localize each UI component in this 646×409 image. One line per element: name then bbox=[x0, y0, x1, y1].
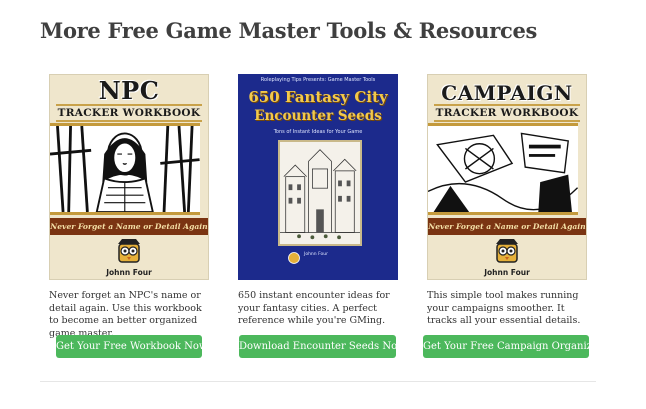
encounter-seeds-cover-image[interactable]: Roleplaying Tips Presents: Game Master T… bbox=[238, 74, 398, 280]
cover-tagline: Never Forget a Name or Detail Again bbox=[428, 218, 586, 235]
cover-title: CAMPAIGN bbox=[441, 81, 573, 105]
cover-tagline: Never Forget a Name or Detail Again bbox=[50, 218, 208, 235]
owl-logo-icon bbox=[496, 239, 518, 263]
cover-subtitle: TRACKER WORKBOOK bbox=[434, 104, 580, 122]
cover-topline: Roleplaying Tips Presents: Game Master T… bbox=[260, 77, 376, 83]
cover-publisher: Johnn Four bbox=[304, 252, 328, 257]
resource-card-encounter-seeds: Roleplaying Tips Presents: Game Master T… bbox=[238, 74, 400, 328]
city-street-illustration bbox=[278, 140, 362, 246]
cover-subtitle: TRACKER WORKBOOK bbox=[56, 104, 202, 122]
section-divider bbox=[40, 381, 596, 382]
section-heading: More Free Game Master Tools & Resources bbox=[40, 18, 538, 43]
cover-subtitle: Tons of Instant Ideas for Your Game bbox=[273, 129, 363, 135]
cover-title-line1: 650 Fantasy City bbox=[248, 88, 388, 106]
card-description: 650 instant encounter ideas for your fan… bbox=[238, 290, 390, 326]
cover-author: Johnn Four bbox=[106, 268, 152, 277]
get-campaign-organizer-button[interactable]: Get Your Free Campaign Organizer bbox=[423, 335, 603, 358]
cover-title-line2: Encounter Seeds bbox=[254, 108, 382, 124]
npc-workbook-cover-image[interactable]: NPC TRACKER WORKBOOK Never Forget a Name… bbox=[49, 74, 209, 280]
get-free-workbook-button[interactable]: Get Your Free Workbook Now bbox=[56, 335, 207, 358]
publisher-logo-icon bbox=[288, 252, 300, 264]
resource-card-campaign-workbook: CAMPAIGN TRACKER WORKBOOK Never Forget a… bbox=[427, 74, 589, 328]
campaign-map-illustration bbox=[428, 123, 578, 215]
owl-logo-icon bbox=[118, 239, 140, 263]
cover-title: NPC bbox=[98, 76, 160, 105]
download-encounter-seeds-button[interactable]: Download Encounter Seeds Now bbox=[239, 335, 406, 358]
npc-portrait-illustration bbox=[50, 123, 200, 215]
campaign-workbook-cover-image[interactable]: CAMPAIGN TRACKER WORKBOOK Never Forget a… bbox=[427, 74, 587, 280]
card-description: Never forget an NPC's name or detail aga… bbox=[49, 290, 202, 339]
card-description: This simple tool makes running your camp… bbox=[427, 290, 581, 326]
resource-card-npc-workbook: NPC TRACKER WORKBOOK Never Forget a Name… bbox=[49, 74, 211, 340]
cover-author: Johnn Four bbox=[484, 268, 530, 277]
